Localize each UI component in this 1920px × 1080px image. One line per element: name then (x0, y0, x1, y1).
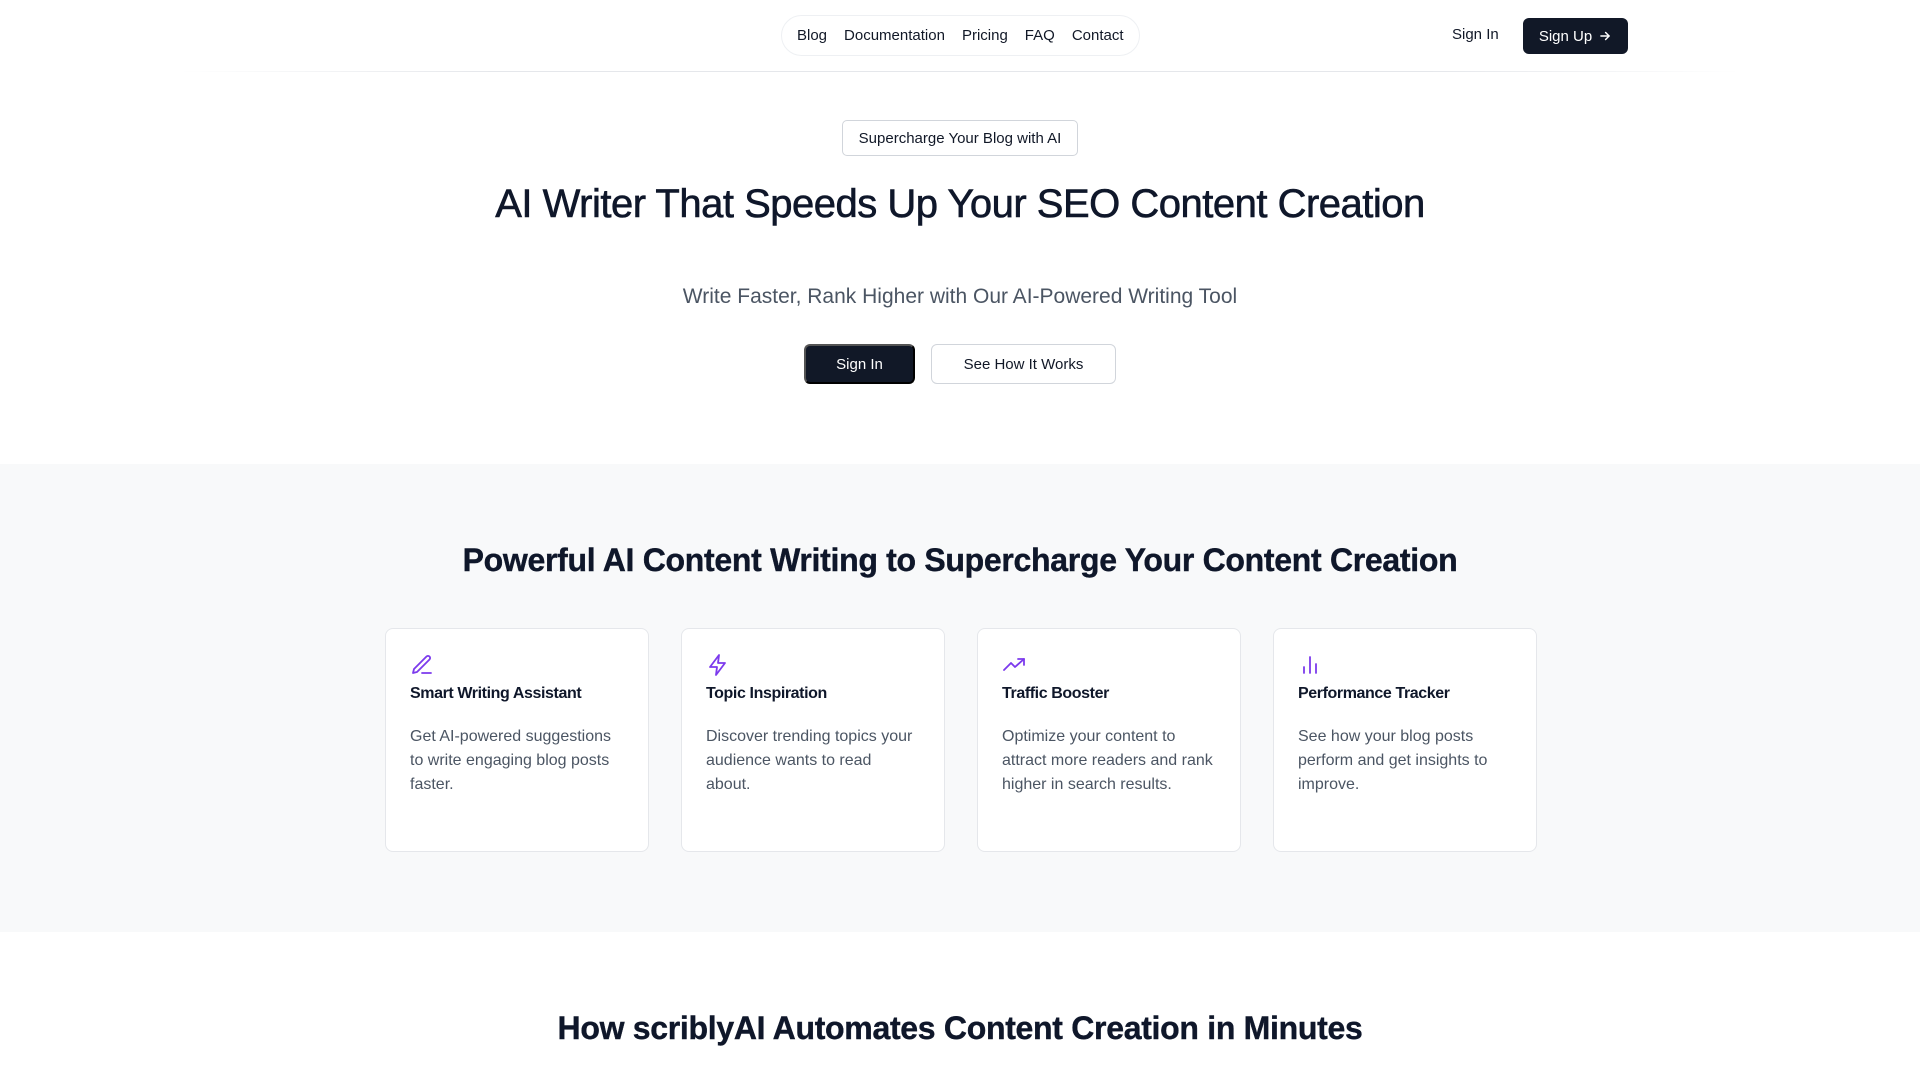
feature-card-title: Traffic Booster (1002, 685, 1109, 702)
feature-card-title: Smart Writing Assistant (410, 685, 582, 702)
feature-card: Topic Inspiration Discover trending topi… (681, 628, 945, 852)
feature-card-title: Topic Inspiration (706, 685, 827, 702)
site-header: Blog Documentation Pricing FAQ Contact S… (0, 0, 1920, 72)
how-it-works-title: How scriblyAI Automates Content Creation… (557, 1010, 1363, 1046)
feature-card: Traffic Booster Optimize your content to… (977, 628, 1241, 852)
nav-link-faq[interactable]: FAQ (1025, 27, 1055, 44)
hero-title: AI Writer That Speeds Up Your SEO Conten… (495, 182, 1426, 226)
header-sign-up-button[interactable]: Sign Up (1523, 18, 1628, 54)
feature-card-description: Discover trending topics your audience w… (706, 728, 913, 793)
sign-up-label: Sign Up (1538, 27, 1593, 45)
feature-card: Performance Tracker See how your blog po… (1273, 628, 1537, 852)
see-how-it-works-button[interactable]: See How It Works (931, 344, 1116, 384)
hero-sign-in-button[interactable]: Sign In (804, 344, 915, 384)
hero-badge: Supercharge Your Blog with AI (842, 120, 1078, 156)
trending-up-icon (1002, 653, 1026, 677)
features-section: Powerful AI Content Writing to Superchar… (0, 464, 1920, 932)
main-nav: Blog Documentation Pricing FAQ Contact (781, 15, 1140, 56)
feature-card-description: Get AI-powered suggestions to write enga… (410, 728, 612, 793)
feature-card-description: See how your blog posts perform and get … (1298, 728, 1488, 793)
features-title: Powerful AI Content Writing to Superchar… (462, 542, 1458, 578)
lightning-icon (706, 653, 730, 677)
nav-link-blog[interactable]: Blog (797, 27, 827, 44)
nav-link-pricing[interactable]: Pricing (962, 27, 1008, 44)
feature-card-title: Performance Tracker (1298, 685, 1450, 702)
feature-card-description: Optimize your content to attract more re… (1002, 728, 1213, 793)
header-divider (180, 71, 1740, 72)
nav-link-contact[interactable]: Contact (1072, 27, 1124, 44)
hero-subtitle: Write Faster, Rank Higher with Our AI-Po… (682, 285, 1238, 308)
nav-link-documentation[interactable]: Documentation (844, 27, 945, 44)
arrow-right-icon (1600, 31, 1610, 41)
header-sign-in-link[interactable]: Sign In (1452, 26, 1499, 43)
feature-card: Smart Writing Assistant Get AI-powered s… (385, 628, 649, 852)
pen-icon (410, 653, 434, 677)
bar-chart-icon (1298, 653, 1322, 677)
